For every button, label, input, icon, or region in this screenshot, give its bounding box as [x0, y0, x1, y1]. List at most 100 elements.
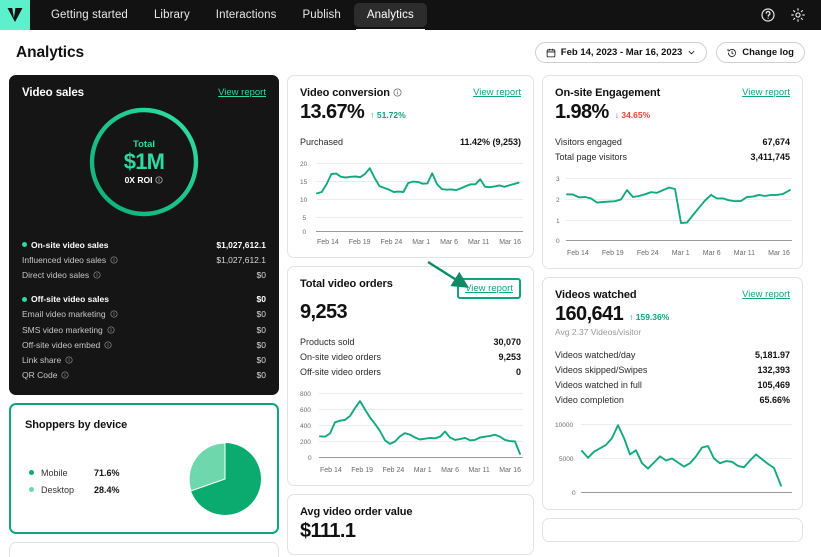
legend-label: Mobile	[41, 467, 68, 478]
nav-tab-getting-started[interactable]: Getting started	[38, 0, 141, 30]
info-icon[interactable]	[104, 341, 112, 349]
info-icon[interactable]	[107, 325, 115, 334]
x-tick: Mar 1	[412, 239, 431, 246]
onsite-engagement-delta: ↓ 34.65%	[614, 110, 651, 120]
chevron-down-icon	[688, 50, 695, 55]
x-tick: Mar 16	[768, 250, 790, 257]
x-tick: Mar 11	[733, 250, 756, 257]
total-video-orders-card: Total video orders View report 9,253 Pro…	[287, 266, 534, 486]
info-icon[interactable]	[110, 310, 118, 318]
row-value: 5,181.97	[754, 349, 790, 360]
row-value: 65.66%	[759, 394, 790, 405]
nav-tab-library[interactable]: Library	[141, 0, 203, 30]
breakdown-item: Link share $0	[22, 352, 266, 367]
shoppers-pie-chart	[187, 441, 263, 522]
video-sales-view-report[interactable]: View report	[218, 87, 266, 98]
x-tick: Feb 24	[636, 250, 659, 257]
total-video-orders-view-report[interactable]: View report	[457, 278, 521, 299]
x-tick: Feb 14	[320, 467, 342, 474]
videos-watched-subnote: Avg 2.37 Videos/visitor	[555, 327, 642, 337]
video-sales-header: Video sales View report	[22, 87, 266, 99]
total-video-orders-header: Total video orders View report	[300, 278, 521, 299]
info-icon[interactable]	[155, 175, 163, 184]
table-row: Off-site video orders 0	[300, 364, 521, 379]
videos-watched-title: Videos watched	[555, 289, 637, 301]
info-icon[interactable]	[65, 356, 73, 364]
video-sales-card: Video sales View report Total $1M 0X ROI…	[9, 75, 279, 395]
page-header: Analytics Feb 14, 2023 - Mar 16, 2023 Ch…	[0, 30, 821, 75]
svg-text:1: 1	[556, 218, 560, 225]
videos-watched-delta: ↑ 159.36%	[629, 312, 670, 322]
legend-item-mobile: Mobile 71.6%	[29, 468, 120, 478]
videos-watched-stat: 160,641 ↑ 159.36%	[555, 303, 790, 326]
x-tick: Feb 19	[348, 239, 371, 246]
legend-dot-icon	[29, 470, 34, 476]
x-tick: Mar 11	[467, 239, 490, 246]
nav-tab-label: Analytics	[366, 9, 414, 21]
svg-text:200: 200	[300, 439, 311, 446]
x-tick: Mar 6	[702, 250, 721, 257]
breakdown-item: Direct video sales $0	[22, 267, 266, 282]
breakdown-group-onsite: On-site video sales $1,027,612.1	[22, 237, 266, 252]
video-conversion-stat: 13.67% ↑ 51.72%	[300, 101, 521, 124]
gear-icon[interactable]	[790, 7, 806, 23]
breakdown-value: $0	[256, 339, 266, 350]
videos-watched-rows: Videos watched/day 5,181.97 Videos skipp…	[555, 347, 790, 407]
onsite-engagement-xaxis: Feb 14 Feb 19 Feb 24 Mar 1 Mar 6 Mar 11 …	[555, 250, 790, 257]
legend-item-desktop: Desktop 28.4%	[29, 485, 120, 495]
x-tick: Mar 11	[468, 467, 490, 474]
svg-text:10000: 10000	[555, 422, 573, 429]
row-value: 132,393	[757, 364, 790, 375]
table-row: Videos skipped/Swipes 132,393	[555, 362, 790, 377]
video-sales-donut-chart: Total $1M 0X ROI	[87, 105, 201, 219]
breakdown-label: SMS video marketing	[22, 324, 103, 335]
svg-text:2: 2	[556, 197, 560, 204]
breakdown-item: Email video marketing $0	[22, 307, 266, 322]
video-conversion-chart: 20 15 10 5 0 Feb 14 Feb 19 Feb 24 Mar 1	[300, 158, 523, 246]
video-conversion-title: Video conversion	[300, 87, 402, 99]
table-row: Purchased 11.42% (9,253)	[300, 134, 521, 149]
change-log-button[interactable]: Change log	[716, 42, 805, 63]
onsite-engagement-view-report[interactable]: View report	[742, 87, 790, 98]
breakdown-value: $0	[256, 354, 266, 365]
breakdown-label: Direct video sales	[22, 269, 90, 280]
row-label: Videos skipped/Swipes	[555, 364, 648, 375]
video-sales-breakdown: On-site video sales $1,027,612.1 Influen…	[22, 237, 266, 383]
video-sales-donut-text: Total $1M 0X ROI	[87, 105, 201, 219]
top-navbar: Getting started Library Interactions Pub…	[0, 0, 821, 30]
info-icon[interactable]	[93, 271, 101, 279]
info-icon[interactable]	[61, 371, 69, 379]
video-conversion-value: 13.67%	[300, 101, 365, 123]
right-partial-card	[542, 518, 803, 542]
svg-text:20: 20	[300, 161, 308, 168]
nav-tab-analytics[interactable]: Analytics	[353, 3, 427, 30]
row-value: 9,253	[498, 351, 521, 362]
table-row: Videos watched/day 5,181.97	[555, 347, 790, 362]
nav-tabs: Getting started Library Interactions Pub…	[38, 0, 427, 30]
vimeo-v-logo-icon[interactable]	[0, 0, 30, 30]
info-icon[interactable]	[393, 88, 402, 97]
date-range-picker[interactable]: Feb 14, 2023 - Mar 16, 2023	[534, 42, 708, 63]
column-right: On-site Engagement View report 1.98% ↓ 3…	[542, 75, 803, 542]
videos-watched-view-report[interactable]: View report	[742, 289, 790, 300]
video-conversion-rows: Purchased 11.42% (9,253)	[300, 134, 521, 149]
breakdown-value: $0	[256, 324, 266, 335]
breakdown-label: QR Code	[22, 370, 58, 381]
breakdown-value: $0	[256, 370, 266, 381]
breakdown-item: Off-site video embed $0	[22, 337, 266, 352]
info-icon[interactable]	[110, 256, 118, 264]
nav-tab-interactions[interactable]: Interactions	[203, 0, 290, 30]
row-label: Visitors engaged	[555, 136, 622, 147]
help-circle-icon[interactable]	[760, 7, 776, 23]
table-row: Videos watched in full 105,469	[555, 377, 790, 392]
row-label: Video completion	[555, 394, 624, 405]
nav-tab-label: Interactions	[215, 9, 277, 21]
nav-tab-publish[interactable]: Publish	[289, 0, 353, 30]
svg-text:5: 5	[303, 215, 307, 222]
video-sales-roi: 0X ROI	[125, 175, 164, 185]
onsite-engagement-header: On-site Engagement View report	[555, 87, 790, 99]
row-value: 3,411,745	[750, 151, 790, 162]
video-conversion-view-report[interactable]: View report	[473, 87, 521, 98]
x-tick: Feb 19	[351, 467, 374, 474]
total-video-orders-title: Total video orders	[300, 278, 393, 290]
